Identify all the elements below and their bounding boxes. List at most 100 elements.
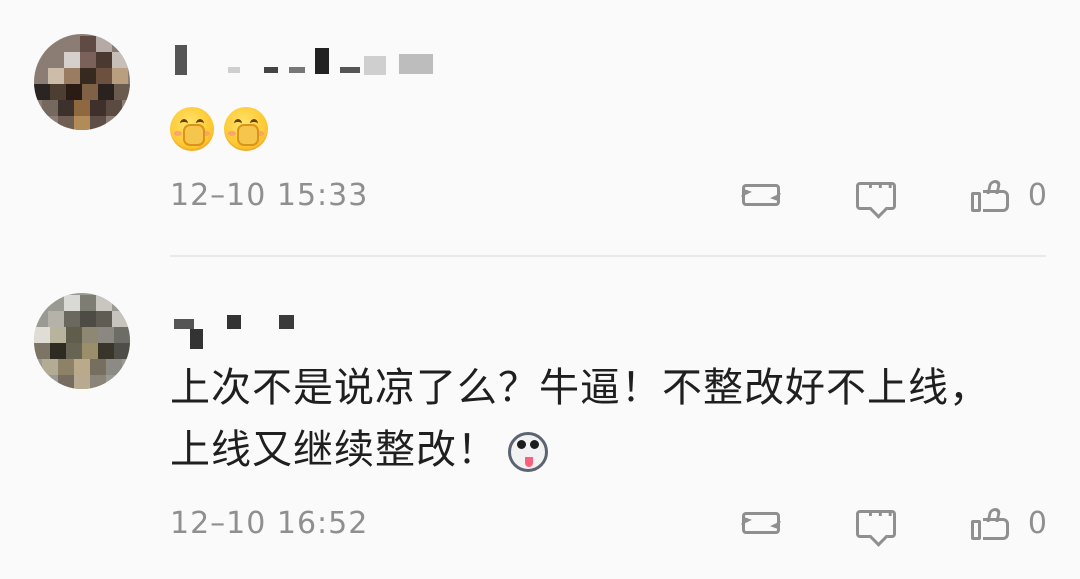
husky-emoji xyxy=(508,432,548,472)
comment-meta: 12–10 16:52 0 xyxy=(170,498,1047,550)
avatar-pixel xyxy=(48,68,64,84)
avatar[interactable] xyxy=(34,34,130,130)
redaction-block xyxy=(228,67,240,73)
redaction-block xyxy=(289,67,305,73)
avatar-pixel xyxy=(80,36,96,52)
avatar-pixel xyxy=(112,68,128,84)
timestamp: 12–10 15:33 xyxy=(170,178,369,213)
comment-meta: 12–10 15:33 0 xyxy=(170,170,1047,222)
repost-button[interactable] xyxy=(736,500,788,550)
avatar-pixel xyxy=(82,84,98,100)
avatar-pixel xyxy=(80,68,96,84)
redaction-block xyxy=(174,319,194,329)
comment-button[interactable] xyxy=(853,498,899,550)
husky-tongue xyxy=(525,457,533,467)
avatar-pixel xyxy=(90,375,106,389)
avatar-pixel xyxy=(74,100,90,116)
avatar-pixel xyxy=(34,327,50,343)
avatar-pixel xyxy=(66,343,82,359)
username-redacted[interactable] xyxy=(170,45,440,79)
avatar-pixel xyxy=(106,100,122,116)
avatar-pixel xyxy=(34,84,50,100)
redaction-block xyxy=(190,329,203,349)
avatar-pixel xyxy=(96,295,112,311)
avatar-pixel xyxy=(50,84,66,100)
like-button[interactable]: 0 xyxy=(971,172,1047,222)
avatar-pixel xyxy=(98,327,114,343)
avatar-pixel xyxy=(64,52,80,68)
avatar-pixel xyxy=(58,359,74,375)
avatar-pixel xyxy=(74,359,90,375)
comment-icon xyxy=(856,170,896,210)
timestamp: 12–10 16:52 xyxy=(170,506,369,541)
avatar-pixel xyxy=(90,116,106,130)
avatar-pixel xyxy=(58,375,74,389)
redaction-block xyxy=(227,315,241,329)
redaction-block xyxy=(315,48,329,74)
avatar-pixel xyxy=(80,52,96,68)
avatar-pixel xyxy=(80,295,96,311)
like-count: 0 xyxy=(1027,178,1047,213)
redaction-block xyxy=(175,45,187,75)
comment-item: 12–10 15:33 0 xyxy=(0,0,1080,255)
repost-button[interactable] xyxy=(736,172,788,222)
blush-left xyxy=(174,131,182,136)
avatar-pixel xyxy=(98,343,114,359)
hand-emoji-part xyxy=(183,124,205,146)
avatar-pixel xyxy=(96,68,112,84)
avatar-pixel xyxy=(80,311,96,327)
thumbs-up-icon-part xyxy=(971,192,981,212)
blushing-hand-emoji xyxy=(224,107,268,151)
avatar-pixel xyxy=(96,311,112,327)
avatar-pixel xyxy=(48,311,64,327)
comment-content xyxy=(170,96,278,154)
redaction-block xyxy=(340,67,360,73)
avatar-pixel xyxy=(64,311,80,327)
avatar-pixel xyxy=(64,68,80,84)
avatar-pixel xyxy=(58,100,74,116)
avatar-pixel xyxy=(114,327,130,343)
repost-icon xyxy=(742,184,780,206)
redaction-block xyxy=(264,67,278,73)
comment-text: 上次不是说凉了么？牛逼！不整改好不上线，上线又继续整改！ xyxy=(170,365,990,473)
avatar-pixel xyxy=(90,100,106,116)
avatar-pixel xyxy=(114,84,130,100)
avatar-pixel xyxy=(66,84,82,100)
thumbs-up-icon xyxy=(971,180,1011,214)
comment-list: 12–10 15:33 0 xyxy=(0,0,1080,579)
comment-icon xyxy=(856,498,896,538)
avatar-pixel xyxy=(64,295,80,311)
redaction-block xyxy=(399,54,433,74)
avatar-pixel xyxy=(58,116,74,130)
avatar-pixel xyxy=(42,359,58,375)
avatar-pixel xyxy=(106,359,122,375)
username-redacted[interactable] xyxy=(170,310,300,349)
like-button[interactable]: 0 xyxy=(971,500,1047,550)
redaction-block xyxy=(279,315,294,329)
thumbs-up-icon-part xyxy=(971,520,981,540)
thumbs-up-icon xyxy=(971,508,1011,542)
comment-button[interactable] xyxy=(853,170,899,222)
avatar-pixel xyxy=(112,52,128,68)
avatar-pixel xyxy=(90,359,106,375)
avatar[interactable] xyxy=(34,293,130,389)
avatar-pixel xyxy=(112,311,128,327)
avatar-pixel xyxy=(66,327,82,343)
redaction-block xyxy=(364,56,386,75)
comment-content: 上次不是说凉了么？牛逼！不整改好不上线，上线又继续整改！ xyxy=(170,357,1030,481)
avatar-pixel xyxy=(82,327,98,343)
repost-icon xyxy=(742,512,780,534)
avatar-pixel xyxy=(98,84,114,100)
avatar-pixel xyxy=(96,52,112,68)
like-count: 0 xyxy=(1027,506,1047,541)
avatar-pixel xyxy=(96,36,112,52)
avatar-pixel xyxy=(82,343,98,359)
comment-item: 上次不是说凉了么？牛逼！不整改好不上线，上线又继续整改！ 12–10 16:52… xyxy=(0,256,1080,579)
avatar-pixel xyxy=(42,100,58,116)
blush-left xyxy=(228,131,236,136)
blushing-hand-emoji xyxy=(170,107,214,151)
hand-emoji-part xyxy=(237,124,259,146)
avatar-pixel xyxy=(74,116,90,130)
avatar-pixel xyxy=(74,375,90,389)
avatar-pixel xyxy=(50,327,66,343)
